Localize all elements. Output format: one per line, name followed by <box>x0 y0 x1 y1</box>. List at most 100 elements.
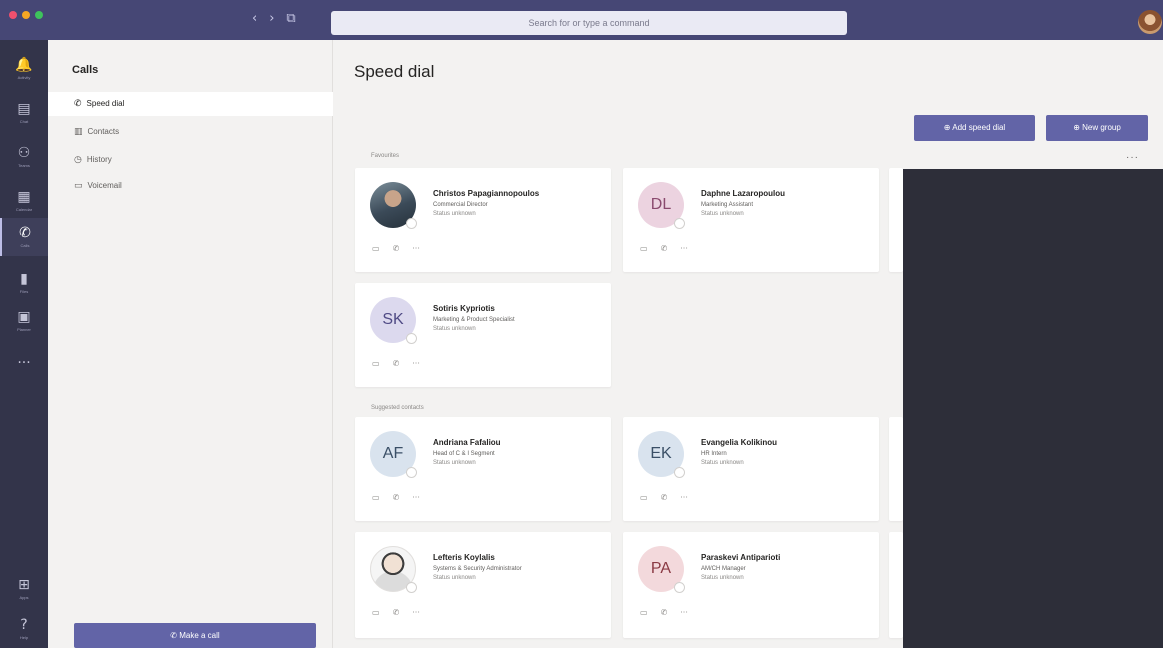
contact-status: Status unknown <box>701 575 744 581</box>
audio-call-icon[interactable]: ✆ <box>661 608 668 617</box>
user-avatar[interactable] <box>1138 10 1162 34</box>
search-input[interactable]: Search for or type a command <box>331 11 847 35</box>
phone-icon: ✆ <box>74 99 82 109</box>
files-icon: ▮ <box>20 271 28 287</box>
contact-card-partial[interactable] <box>889 417 903 521</box>
dark-overlay-panel <box>903 169 1163 648</box>
presence-status-icon <box>406 218 417 229</box>
contact-status: Status unknown <box>433 326 476 332</box>
rail-label: Files <box>19 289 29 294</box>
compose-icon[interactable]: ⧉ <box>286 11 295 26</box>
contact-card-partial[interactable] <box>889 168 903 272</box>
nav-item-contacts[interactable]: ▥ Contacts <box>48 120 333 144</box>
audio-call-icon[interactable]: ✆ <box>661 244 668 253</box>
rail-label: Activity <box>17 75 31 80</box>
teams-icon: ⚇ <box>17 145 31 161</box>
contact-role: Marketing & Product Specialist <box>433 317 515 323</box>
more-icon[interactable]: ··· <box>412 493 420 502</box>
make-a-call-button[interactable]: ✆ Make a call <box>74 623 316 648</box>
phone-icon: ✆ <box>19 225 31 241</box>
card-actions: ▭ ✆ ··· <box>640 608 688 617</box>
planner-icon: ▣ <box>17 309 31 325</box>
contact-name: Christos Papagiannopoulos <box>433 189 540 198</box>
video-call-icon[interactable]: ▭ <box>372 359 380 368</box>
more-icon[interactable]: ··· <box>680 608 688 617</box>
contact-status: Status unknown <box>701 460 744 466</box>
new-group-button[interactable]: ⊕ New group <box>1046 115 1148 141</box>
video-call-icon[interactable]: ▭ <box>372 608 380 617</box>
apps-icon: ⊞ <box>18 577 30 593</box>
card-actions: ▭ ✆ ··· <box>372 359 420 368</box>
rail-item-more[interactable]: ··· <box>0 348 48 386</box>
audio-call-icon[interactable]: ✆ <box>393 493 400 502</box>
rail-item-chat[interactable]: ▤ Chat <box>0 94 48 132</box>
minimize-window-button[interactable] <box>22 11 30 19</box>
more-icon[interactable]: ··· <box>680 244 688 253</box>
contact-card[interactable]: AF Andriana Fafaliou Head of C & I Segme… <box>355 417 611 521</box>
contact-card[interactable]: Lefteris Koylalis Systems & Security Adm… <box>355 532 611 638</box>
contact-name: Lefteris Koylalis <box>433 553 495 562</box>
contact-card[interactable]: EK Evangelia Kolikinou HR Intern Status … <box>623 417 879 521</box>
rail-item-activity[interactable]: 🔔 Activity <box>0 50 48 88</box>
contact-card[interactable]: Christos Papagiannopoulos Commercial Dir… <box>355 168 611 272</box>
more-icon[interactable]: ··· <box>412 244 420 253</box>
rail-item-files[interactable]: ▮ Files <box>0 264 48 302</box>
contact-name: Andriana Fafaliou <box>433 438 501 447</box>
presence-status-icon <box>406 582 417 593</box>
audio-call-icon[interactable]: ✆ <box>661 493 668 502</box>
card-actions: ▭ ✆ ··· <box>372 244 420 253</box>
contact-status: Status unknown <box>433 211 476 217</box>
calendar-icon: ▦ <box>17 189 31 205</box>
presence-status-icon <box>406 333 417 344</box>
video-call-icon[interactable]: ▭ <box>372 493 380 502</box>
nav-item-speed-dial[interactable]: ✆ Speed dial <box>48 92 333 116</box>
contact-name: Evangelia Kolikinou <box>701 438 778 447</box>
rail-item-help[interactable]: ? Help <box>0 610 48 648</box>
nav-item-label: History <box>86 155 112 164</box>
rail-label: Help <box>19 635 29 640</box>
rail-label: Calls <box>20 243 30 248</box>
video-call-icon[interactable]: ▭ <box>640 493 648 502</box>
rail-label: Apps <box>19 595 29 600</box>
more-icon[interactable]: ··· <box>412 608 420 617</box>
rail-item-calls[interactable]: ✆ Calls <box>0 218 48 256</box>
more-options-icon[interactable]: ··· <box>1126 152 1139 163</box>
rail-label: Calendar <box>15 207 33 212</box>
nav-item-label: Voicemail <box>87 181 122 190</box>
audio-call-icon[interactable]: ✆ <box>393 608 400 617</box>
contact-card-partial[interactable] <box>889 532 903 638</box>
rail-item-planner[interactable]: ▣ Planner <box>0 302 48 340</box>
forward-icon[interactable]: › <box>269 11 274 26</box>
rail-item-teams[interactable]: ⚇ Teams <box>0 138 48 176</box>
chat-icon: ▤ <box>17 101 31 117</box>
presence-status-icon <box>674 582 685 593</box>
more-icon[interactable]: ··· <box>680 493 688 502</box>
contact-role: Marketing Assistant <box>701 202 754 208</box>
maximize-window-button[interactable] <box>35 11 43 19</box>
video-call-icon[interactable]: ▭ <box>640 608 648 617</box>
rail-item-apps[interactable]: ⊞ Apps <box>0 570 48 608</box>
contact-role: Systems & Security Administrator <box>433 566 522 572</box>
back-icon[interactable]: ‹ <box>252 11 257 26</box>
card-actions: ▭ ✆ ··· <box>372 493 420 502</box>
rail-item-calendar[interactable]: ▦ Calendar <box>0 182 48 220</box>
title-bar: ‹ › ⧉ Search for or type a command <box>0 0 1163 40</box>
rail-label: Planner <box>17 327 31 332</box>
video-call-icon[interactable]: ▭ <box>640 244 648 253</box>
video-call-icon[interactable]: ▭ <box>372 244 380 253</box>
add-speed-dial-button[interactable]: ⊕ Add speed dial <box>914 115 1035 141</box>
contact-card[interactable]: DL Daphne Lazaropoulou Marketing Assista… <box>623 168 879 272</box>
suggested-contacts-heading: Suggested contacts <box>371 405 424 411</box>
audio-call-icon[interactable]: ✆ <box>393 244 400 253</box>
more-icon[interactable]: ··· <box>412 359 420 368</box>
contact-card[interactable]: SK Sotiris Kypriotis Marketing & Product… <box>355 283 611 387</box>
nav-item-voicemail[interactable]: ▭ Voicemail <box>48 174 333 198</box>
voicemail-icon: ▭ <box>74 181 83 191</box>
contact-role: AM/CH Manager <box>701 566 746 572</box>
contact-card[interactable]: PA Paraskevi Antiparioti AM/CH Manager S… <box>623 532 879 638</box>
close-window-button[interactable] <box>9 11 17 19</box>
nav-item-history[interactable]: ◷ History <box>48 148 333 172</box>
nav-item-label: Speed dial <box>86 99 125 108</box>
audio-call-icon[interactable]: ✆ <box>393 359 400 368</box>
app-rail: 🔔 Activity ▤ Chat ⚇ Teams ▦ Calendar ✆ C… <box>0 40 48 648</box>
